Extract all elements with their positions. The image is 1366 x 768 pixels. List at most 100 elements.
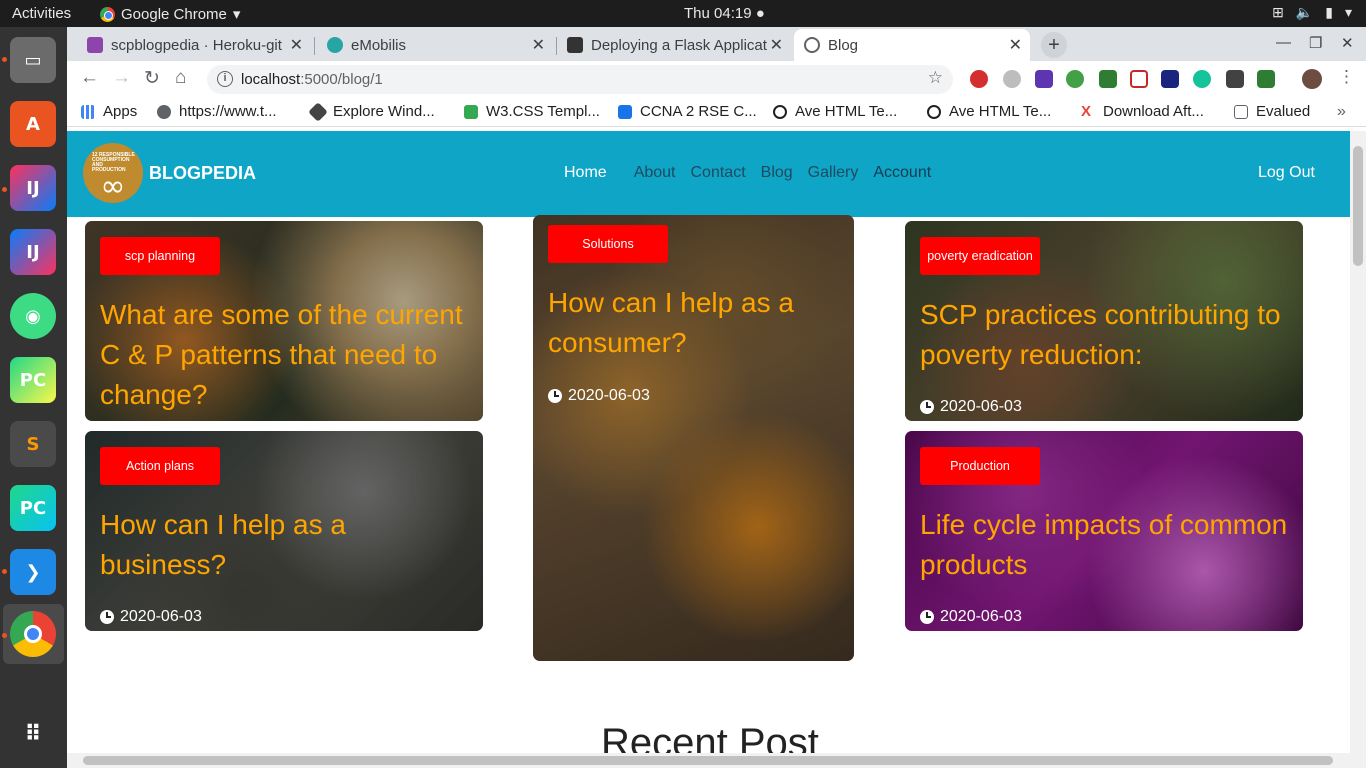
close-icon[interactable]: ✕ xyxy=(532,35,545,55)
system-tray[interactable]: ⊞ 🔈 ▮ ▾ xyxy=(1272,4,1352,21)
bookmark-label: Ave HTML Te... xyxy=(949,103,1052,120)
app-menu[interactable]: Google Chrome ▾ xyxy=(100,5,240,23)
bookmark-item[interactable]: CCNA 2 RSE C... xyxy=(618,103,757,120)
intellij-icon[interactable]: IJ xyxy=(10,229,56,275)
new-tab-button[interactable]: + xyxy=(1041,32,1067,58)
bookmark-item[interactable]: Ave HTML Te... xyxy=(927,103,1051,120)
blog-card[interactable]: scp planning What are some of the curren… xyxy=(85,221,483,421)
blog-card[interactable]: Solutions How can I help as a consumer? … xyxy=(533,215,854,661)
tab-flask[interactable]: Deploying a Flask Applicat ✕ xyxy=(557,29,791,61)
menu-kebab-icon[interactable]: ⋮ xyxy=(1338,67,1355,87)
bookmark-apps[interactable]: Apps xyxy=(81,103,137,120)
logout-link[interactable]: Log Out xyxy=(1258,164,1315,182)
close-icon[interactable]: ✕ xyxy=(290,35,303,55)
bookmark-item[interactable]: W3.CSS Templ... xyxy=(464,103,600,120)
back-icon[interactable]: ← xyxy=(80,67,99,89)
address-bar[interactable]: i localhost:5000/blog/1 ☆ xyxy=(207,65,953,94)
vertical-scrollbar[interactable] xyxy=(1350,131,1366,753)
window-close-icon[interactable]: ✕ xyxy=(1341,34,1354,52)
nav-about[interactable]: About xyxy=(634,164,676,182)
post-date: 2020-06-03 xyxy=(548,387,650,405)
category-badge[interactable]: Production xyxy=(920,447,1040,485)
explore-icon xyxy=(308,101,328,122)
url-host: localhost xyxy=(241,71,301,88)
software-center-icon[interactable]: A xyxy=(10,101,56,147)
running-indicator xyxy=(2,57,7,62)
adblock-icon[interactable] xyxy=(970,70,988,88)
post-title[interactable]: SCP practices contributing to poverty re… xyxy=(920,295,1295,375)
brand-name[interactable]: BLOGPEDIA xyxy=(149,163,256,184)
bookmark-item[interactable]: Evalued xyxy=(1234,103,1310,120)
close-icon[interactable]: ✕ xyxy=(1009,35,1022,55)
nav-blog[interactable]: Blog xyxy=(761,164,793,182)
nav-account[interactable]: Account xyxy=(873,164,931,182)
vscode-icon[interactable]: ❯ xyxy=(10,549,56,595)
blog-card[interactable]: poverty eradication SCP practices contri… xyxy=(905,221,1303,421)
pycharm-icon[interactable]: PC xyxy=(10,485,56,531)
more-bookmarks-icon[interactable]: » xyxy=(1337,103,1346,121)
bookmark-label: W3.CSS Templ... xyxy=(486,103,600,120)
tab-emobilis[interactable]: eMobilis ✕ xyxy=(317,29,553,61)
extension-icon[interactable] xyxy=(1066,70,1084,88)
close-icon[interactable]: ✕ xyxy=(770,35,783,55)
clock-label: Thu 04:19 xyxy=(684,5,752,22)
clock[interactable]: Thu 04:19 ● xyxy=(684,5,765,22)
chrome-icon[interactable] xyxy=(10,611,56,657)
post-title[interactable]: Life cycle impacts of common products xyxy=(920,505,1295,585)
extension-icon[interactable] xyxy=(1161,70,1179,88)
scrollbar-thumb[interactable] xyxy=(1353,146,1363,266)
bookmark-item[interactable]: Explore Wind... xyxy=(308,101,435,122)
files-icon[interactable]: ▭ xyxy=(10,37,56,83)
category-badge[interactable]: scp planning xyxy=(100,237,220,275)
bookmark-item[interactable]: https://www.t... xyxy=(157,103,277,120)
tab-heroku[interactable]: scpblogpedia · Heroku-git ✕ xyxy=(77,29,311,61)
home-icon[interactable]: ⌂ xyxy=(175,67,186,89)
nav-gallery[interactable]: Gallery xyxy=(808,164,859,182)
forward-icon[interactable]: → xyxy=(112,67,131,89)
sublime-text-icon[interactable]: S xyxy=(10,421,56,467)
intellij-icon[interactable]: IJ xyxy=(10,165,56,211)
emobilis-favicon xyxy=(327,37,343,53)
web-page: 12 RESPONSIBLE CONSUMPTION AND PRODUCTIO… xyxy=(67,131,1350,753)
blog-card[interactable]: Action plans How can I help as a busines… xyxy=(85,431,483,631)
bookmark-label: Download Aft... xyxy=(1103,103,1204,120)
post-title[interactable]: What are some of the current C & P patte… xyxy=(100,295,475,415)
extension-icon[interactable] xyxy=(1130,70,1148,88)
scrollbar-thumb[interactable] xyxy=(83,756,1333,765)
sdg12-logo[interactable]: 12 RESPONSIBLE CONSUMPTION AND PRODUCTIO… xyxy=(83,143,143,204)
horizontal-scrollbar[interactable] xyxy=(67,753,1366,768)
apps-grid-icon xyxy=(81,104,95,119)
nav-home[interactable]: Home xyxy=(564,164,607,182)
post-date-value: 2020-06-03 xyxy=(568,387,650,404)
bookmark-item[interactable]: Ave HTML Te... xyxy=(773,103,897,120)
bookmark-item[interactable]: X Download Aft... xyxy=(1081,103,1204,120)
show-apps-icon[interactable]: ⠿ xyxy=(10,711,56,757)
avatar[interactable] xyxy=(1302,69,1322,89)
clock-icon xyxy=(920,400,934,414)
pycharm-icon[interactable]: PC xyxy=(10,357,56,403)
extension-icon[interactable] xyxy=(1035,70,1053,88)
extension-icon[interactable] xyxy=(1257,70,1275,88)
nav-contact[interactable]: Contact xyxy=(691,164,746,182)
activities-button[interactable]: Activities xyxy=(12,5,71,22)
reload-icon[interactable]: ↻ xyxy=(144,67,160,90)
android-studio-icon[interactable]: ◉ xyxy=(10,293,56,339)
extension-icon[interactable] xyxy=(1226,70,1244,88)
w3css-icon xyxy=(464,104,478,119)
tab-title: Blog xyxy=(828,36,859,54)
maximize-icon[interactable]: ❐ xyxy=(1309,34,1322,52)
category-badge[interactable]: Action plans xyxy=(100,447,220,485)
grammarly-icon[interactable] xyxy=(1193,70,1211,88)
blog-card[interactable]: Production Life cycle impacts of common … xyxy=(905,431,1303,631)
post-title[interactable]: How can I help as a consumer? xyxy=(548,283,843,363)
post-title[interactable]: How can I help as a business? xyxy=(100,505,475,585)
minimize-icon[interactable]: — xyxy=(1276,34,1291,51)
category-badge[interactable]: poverty eradication xyxy=(920,237,1040,275)
category-badge[interactable]: Solutions xyxy=(548,225,668,263)
evalued-icon xyxy=(1234,104,1248,119)
bookmark-star-icon[interactable]: ☆ xyxy=(928,68,943,88)
extension-icon[interactable] xyxy=(1099,70,1117,88)
extension-icon[interactable] xyxy=(1003,70,1021,88)
tab-blog[interactable]: Blog ✕ xyxy=(794,29,1030,61)
site-info-icon[interactable]: i xyxy=(217,71,233,87)
